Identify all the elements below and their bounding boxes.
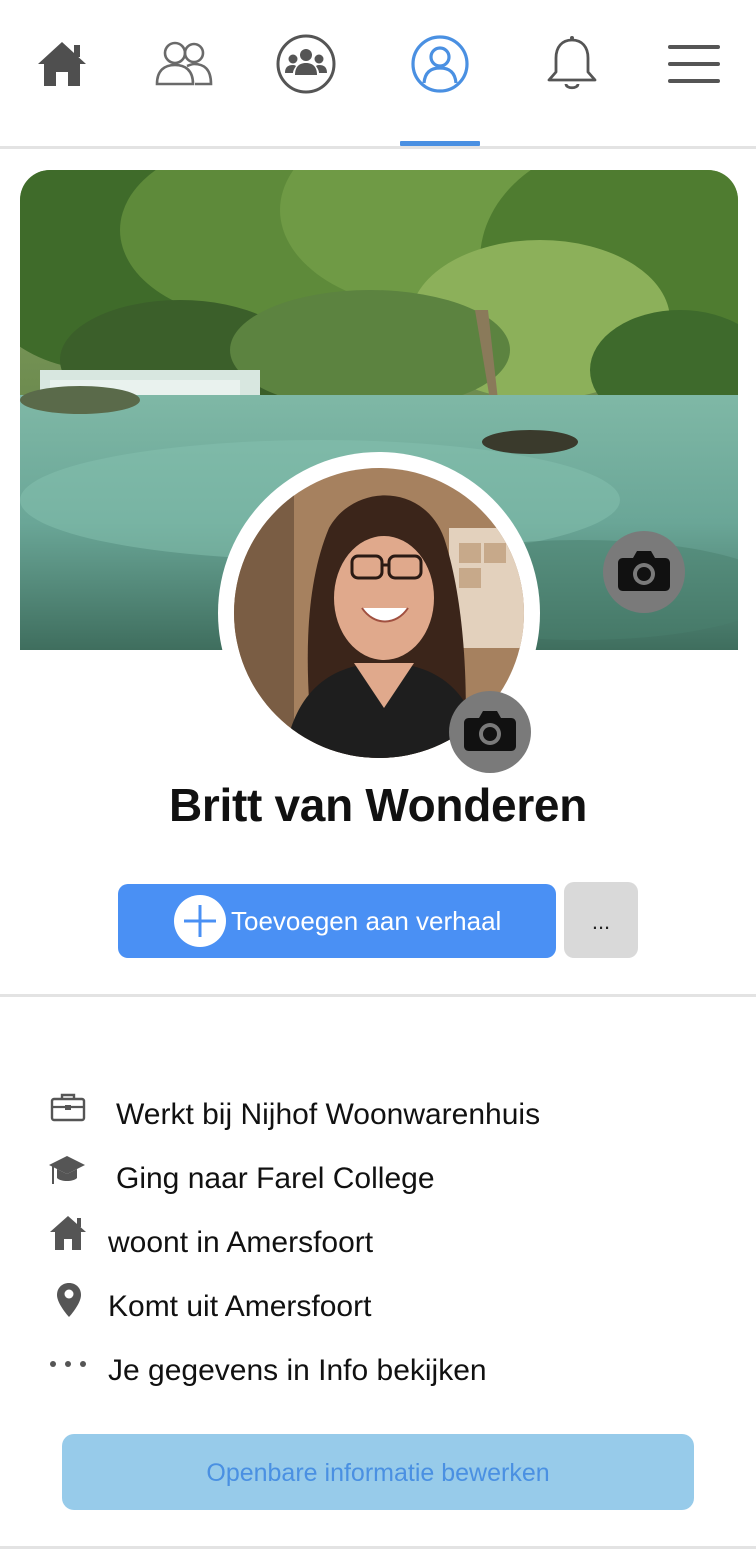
profile-icon <box>409 33 471 95</box>
bottom-divider <box>0 1546 756 1549</box>
info-from: Komt uit Amersfoort <box>0 1282 756 1342</box>
plus-circle-icon <box>174 895 226 947</box>
profile-name: Britt van Wonderen <box>168 779 587 831</box>
nav-notifications[interactable] <box>530 22 614 106</box>
more-options-button[interactable]: ... <box>564 882 638 958</box>
info-lives-in-emphasis[interactable]: Amersfoort <box>226 1226 373 1259</box>
info-education: Ging naar Farel College <box>0 1154 756 1214</box>
home-icon <box>48 1214 88 1257</box>
nav-menu[interactable] <box>652 22 736 106</box>
top-navigation <box>0 0 756 146</box>
cover-camera-button[interactable] <box>603 531 685 613</box>
info-lives-in: woont in Amersfoort <box>0 1216 756 1278</box>
info-from-prefix: Komt uit <box>108 1290 225 1323</box>
camera-icon <box>463 708 517 757</box>
section-divider <box>0 994 756 997</box>
info-from-emphasis[interactable]: Amersfoort <box>225 1290 372 1323</box>
menu-icon <box>666 42 722 86</box>
avatar-camera-button[interactable] <box>449 691 531 773</box>
nav-home[interactable] <box>20 22 104 106</box>
graduation-cap-icon <box>48 1154 86 1193</box>
profile-page: Britt van Wonderen Toevoegen aan verhaal… <box>0 0 756 1556</box>
friends-icon <box>153 38 215 90</box>
nav-profile[interactable] <box>398 22 482 106</box>
location-pin-icon <box>56 1282 82 1323</box>
bell-icon <box>543 34 601 94</box>
info-work: Werkt bij Nijhof Woonwarenhuis <box>0 1090 756 1150</box>
briefcase-icon <box>50 1092 86 1127</box>
add-to-story-button[interactable]: Toevoegen aan verhaal <box>118 884 556 958</box>
nav-divider <box>0 146 756 149</box>
camera-icon <box>617 548 671 597</box>
info-work-emphasis[interactable]: Nijhof Woonwarenhuis <box>240 1098 540 1131</box>
info-education-text: Ging naar Farel College <box>116 1162 435 1195</box>
home-icon <box>34 36 90 92</box>
groups-icon <box>275 33 337 95</box>
info-work-prefix: Werkt bij <box>116 1098 241 1131</box>
add-to-story-label: Toevoegen aan verhaal <box>231 906 502 936</box>
nav-friends[interactable] <box>142 22 226 106</box>
edit-public-info-button[interactable]: Openbare informatie bewerken <box>62 1434 694 1510</box>
more-dots-icon <box>48 1356 88 1374</box>
nav-groups[interactable] <box>264 22 348 106</box>
info-see-about[interactable]: Je gegevens in Info bekijken <box>0 1346 756 1406</box>
info-lives-in-prefix: woont in <box>108 1226 227 1259</box>
info-see-about-text: Je gegevens in Info bekijken <box>108 1354 487 1387</box>
